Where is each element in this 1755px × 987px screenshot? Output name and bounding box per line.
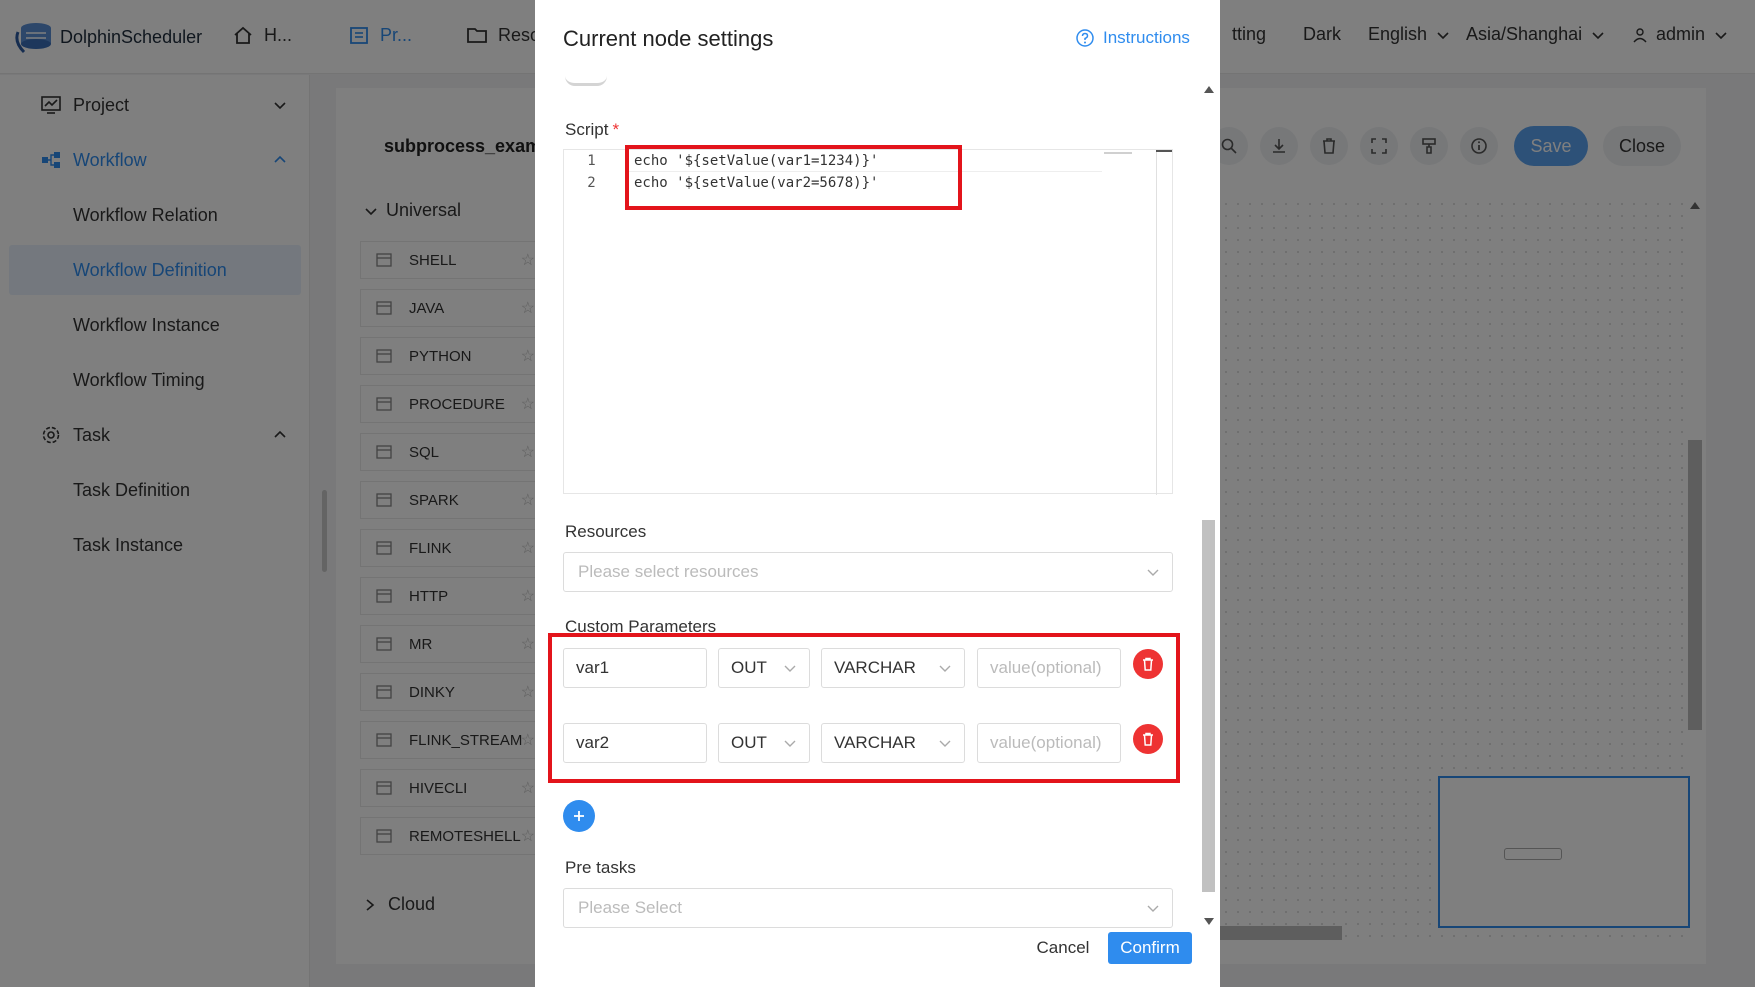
trash-icon [1143,657,1153,671]
param-direction-select[interactable]: OUT [718,723,810,763]
script-label-text: Script [565,120,609,139]
instructions-label: Instructions [1103,28,1190,47]
editor-scrollbar-thumb[interactable] [1156,150,1172,152]
code-line[interactable]: echo '${setValue(var2=5678)}' [634,175,878,191]
required-mark: * [612,120,620,139]
param-direction-select[interactable]: OUT [718,648,810,688]
line-number: 2 [587,175,596,191]
custom-params-label: Custom Parameters [565,617,717,636]
script-editor[interactable]: 1 echo '${setValue(var1=1234)}' 2 echo '… [563,149,1173,495]
trash-icon [1143,732,1153,746]
param-name-input[interactable]: var2 [563,723,707,763]
param-type-select[interactable]: VARCHAR [821,723,965,763]
editor-minimap [1104,152,1132,154]
drawer-title: Current node settings [563,26,774,51]
resources-select[interactable]: Please select resources [563,552,1173,592]
param-name-input[interactable]: var1 [563,648,707,688]
scroll-up-icon[interactable] [1204,86,1214,93]
chevron-down-icon [1147,905,1159,912]
editor-scrollbar[interactable] [1156,150,1157,495]
chevron-down-icon [939,740,951,747]
param-type-value: VARCHAR [834,733,916,752]
chevron-down-icon [1147,569,1159,576]
resources-placeholder: Please select resources [578,562,759,581]
pre-tasks-placeholder: Please Select [578,898,682,917]
param-value-input[interactable]: value(optional) [977,648,1121,688]
node-settings-drawer: Current node settings Instructions Scrip… [535,0,1220,987]
delete-param-button[interactable] [1133,649,1163,679]
line-number: 1 [587,153,596,169]
help-circle-icon [1076,29,1094,47]
editor-current-line [626,171,1102,172]
resources-label: Resources [565,522,647,541]
param-type-value: VARCHAR [834,658,916,677]
add-param-button[interactable] [563,800,595,832]
chevron-down-icon [939,665,951,672]
confirm-button[interactable]: Confirm [1108,932,1192,964]
param-value-input[interactable]: value(optional) [977,723,1121,763]
param-direction-value: OUT [731,658,767,677]
drawer-scrollbar-thumb[interactable] [1202,520,1215,892]
switch-toggle[interactable] [565,72,607,86]
param-direction-value: OUT [731,733,767,752]
pre-tasks-label: Pre tasks [565,858,636,877]
chevron-down-icon [784,740,796,747]
code-line[interactable]: echo '${setValue(var1=1234)}' [634,153,878,169]
instructions-link[interactable]: Instructions [1075,28,1190,48]
param-type-select[interactable]: VARCHAR [821,648,965,688]
scroll-down-icon[interactable] [1204,918,1214,925]
script-label: Script * [565,120,619,140]
cancel-button[interactable]: Cancel [1023,932,1103,964]
pre-tasks-select[interactable]: Please Select [563,888,1173,928]
chevron-down-icon [784,665,796,672]
plus-icon [574,811,584,821]
delete-param-button[interactable] [1133,724,1163,754]
